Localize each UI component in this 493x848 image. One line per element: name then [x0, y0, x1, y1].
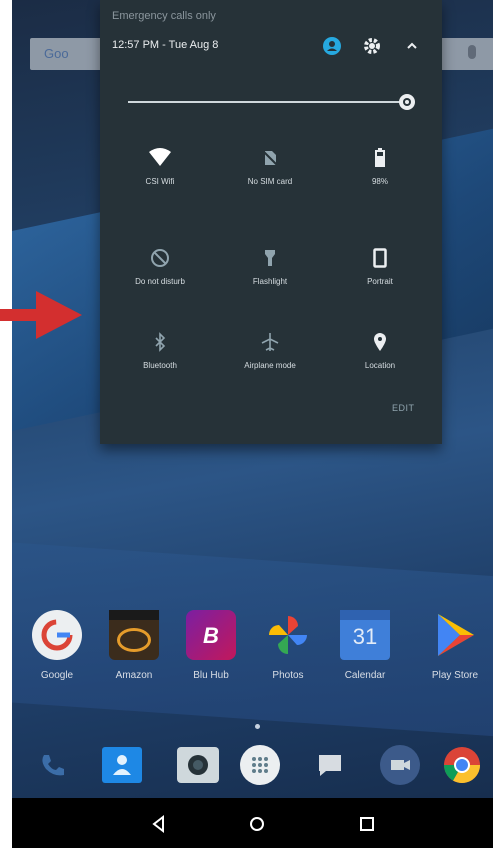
tile-label: Do not disturb [135, 277, 185, 286]
app-drawer-icon[interactable] [240, 745, 280, 785]
photos-pinwheel-icon [263, 610, 313, 660]
tile-flashlight[interactable]: Flashlight [220, 248, 320, 328]
tile-location[interactable]: Location [330, 332, 430, 412]
annotation-arrow-icon [0, 291, 82, 339]
calendar-icon: 31 [340, 610, 390, 660]
app-label: Calendar [344, 670, 386, 681]
date-time: 12:57 PM - Tue Aug 8 [112, 39, 219, 51]
contacts-icon[interactable] [102, 747, 142, 783]
app-label: Photos [272, 670, 304, 681]
brightness-icon[interactable] [398, 93, 416, 111]
tile-label: 98% [371, 177, 388, 186]
tile-sim[interactable]: No SIM card [220, 148, 320, 228]
wifi-icon [149, 148, 171, 166]
app-label: Blu Hub [193, 670, 229, 681]
tile-rotation[interactable]: Portrait [330, 248, 430, 328]
device-screen: Goo Google Amazon B Blu Hub Photos 31 Ca… [12, 0, 493, 848]
tile-label: CSI Wifi [145, 177, 175, 186]
google-icon [32, 610, 82, 660]
page-indicator-dot [255, 724, 260, 729]
tile-label: Flashlight [252, 277, 288, 286]
carrier-status: Emergency calls only [112, 10, 216, 22]
tile-battery[interactable]: 98% [330, 148, 430, 228]
app-play-store[interactable]: Play Store [420, 610, 490, 681]
app-calendar[interactable]: 31 Calendar [330, 610, 400, 681]
bluetooth-icon [155, 332, 166, 352]
mic-icon[interactable] [468, 45, 476, 59]
dnd-icon [151, 249, 169, 267]
quick-settings-panel: Emergency calls only 12:57 PM - Tue Aug … [100, 0, 442, 444]
camera-icon[interactable] [177, 747, 219, 783]
app-label: Google [40, 670, 74, 681]
app-google[interactable]: Google [22, 610, 92, 681]
app-label: Play Store [431, 670, 479, 681]
tile-label: Portrait [367, 277, 393, 286]
tile-label: Bluetooth [143, 361, 177, 370]
tile-label: No SIM card [247, 177, 293, 186]
app-blu-hub[interactable]: B Blu Hub [176, 610, 246, 681]
recents-icon[interactable] [356, 813, 378, 835]
play-store-icon [430, 610, 480, 660]
battery-icon [375, 148, 385, 167]
location-icon [374, 333, 386, 351]
app-photos[interactable]: Photos [253, 610, 323, 681]
flashlight-icon [265, 250, 275, 266]
navigation-bar [12, 798, 493, 848]
google-logo: Goo [44, 46, 69, 61]
airplane-icon [261, 333, 279, 351]
duo-video-icon[interactable] [380, 745, 420, 785]
dock [12, 735, 493, 795]
tile-bluetooth[interactable]: Bluetooth [110, 332, 210, 412]
brightness-slider-track[interactable] [128, 101, 400, 103]
chrome-icon[interactable] [442, 745, 482, 785]
portrait-icon [373, 248, 387, 268]
account-icon[interactable] [322, 36, 342, 56]
phone-icon[interactable] [32, 745, 72, 785]
home-icon[interactable] [246, 813, 268, 835]
back-icon[interactable] [148, 813, 170, 835]
tile-dnd[interactable]: Do not disturb [110, 248, 210, 328]
gear-icon[interactable] [362, 36, 382, 56]
blu-hub-icon: B [186, 610, 236, 660]
tile-wifi[interactable]: CSI Wifi [110, 148, 210, 228]
tile-label: Location [364, 361, 396, 370]
home-apps-row: Google Amazon B Blu Hub Photos 31 Calend… [12, 610, 493, 720]
edit-button[interactable]: EDIT [392, 403, 415, 413]
chevron-up-icon[interactable] [402, 36, 422, 56]
tile-label: Airplane mode [244, 361, 296, 370]
messages-icon[interactable] [310, 745, 350, 785]
svg-text:B: B [203, 623, 219, 648]
tile-airplane[interactable]: Airplane mode [220, 332, 320, 412]
no-sim-icon [262, 150, 278, 166]
app-amazon[interactable]: Amazon [99, 610, 169, 681]
amazon-icon [109, 610, 159, 660]
app-label: Amazon [115, 670, 153, 681]
